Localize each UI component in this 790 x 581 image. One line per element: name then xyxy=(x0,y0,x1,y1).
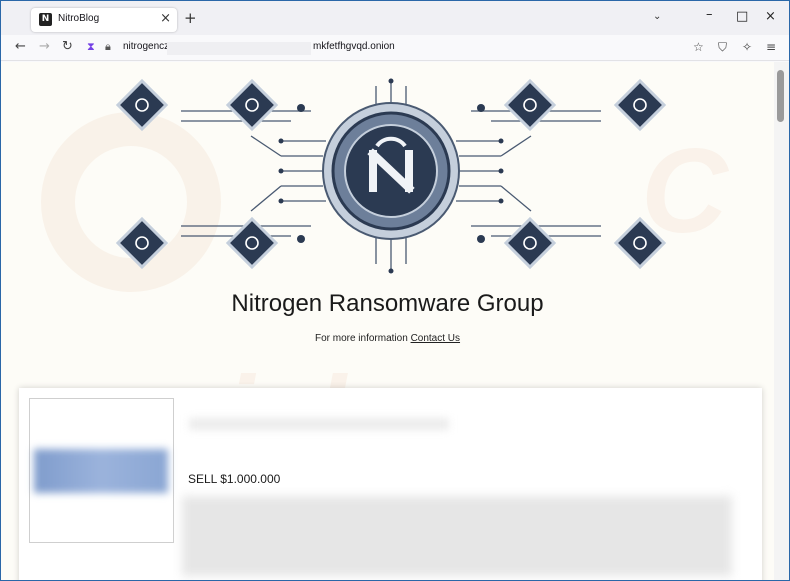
page-scrollbar[interactable] xyxy=(774,62,789,580)
listing-card[interactable]: SELL $1.000.000 xyxy=(19,388,762,580)
list-all-tabs-icon[interactable]: ⌄ xyxy=(653,11,661,22)
navigation-bar: ← → ↻ ⧗ 🔒︎ nitrogencz mkfetfhgvqd.onion … xyxy=(1,35,789,61)
tab-strip: N NitroBlog × + ⌄ – □ × xyxy=(1,1,789,35)
minimize-button[interactable]: – xyxy=(706,7,713,22)
site-favicon-icon: N xyxy=(39,13,52,26)
listing-thumbnail[interactable] xyxy=(29,398,174,543)
listing-price: SELL $1.000.000 xyxy=(188,472,281,486)
lock-icon[interactable]: 🔒︎ xyxy=(105,40,111,54)
close-tab-icon[interactable]: × xyxy=(160,11,171,26)
maximize-button[interactable]: □ xyxy=(736,9,748,24)
address-bar[interactable]: ⧗ 🔒︎ nitrogencz mkfetfhgvqd.onion xyxy=(83,37,683,59)
chip-right-bottom-outer xyxy=(613,216,667,270)
browser-window: N NitroBlog × + ⌄ – □ × ← → ↻ ⧗ 🔒︎ nitro… xyxy=(0,0,790,581)
url-text-start: nitrogencz xyxy=(123,41,170,52)
chip-left-top-inner xyxy=(225,78,279,132)
thumbnail-redacted xyxy=(34,449,168,493)
info-prefix: For more information xyxy=(314,333,408,344)
new-tab-button[interactable]: + xyxy=(184,9,197,27)
contact-us-link[interactable]: Contact Us xyxy=(411,333,460,344)
nitrogen-banner-image xyxy=(115,78,667,274)
tab-nitroblog[interactable]: N NitroBlog × xyxy=(31,8,177,32)
listing-title-redacted xyxy=(189,418,449,430)
url-redaction xyxy=(167,42,311,55)
listing-description-redacted xyxy=(182,496,732,576)
close-window-button[interactable]: × xyxy=(765,9,776,24)
scrollbar-thumb[interactable] xyxy=(777,70,784,122)
bookmark-star-icon[interactable]: ☆ xyxy=(693,40,704,54)
tab-title: NitroBlog xyxy=(58,13,100,24)
chip-left-top-outer xyxy=(115,78,169,132)
shield-icon[interactable]: ⛉ xyxy=(718,40,727,55)
chip-right-top-outer xyxy=(613,78,667,132)
info-line: For more information Contact Us xyxy=(1,333,774,344)
page-content: C risk.com xyxy=(1,62,774,580)
chip-left-bottom-outer xyxy=(115,216,169,270)
central-emblem xyxy=(322,102,460,240)
forward-button[interactable]: → xyxy=(39,39,50,54)
reload-button[interactable]: ↻ xyxy=(62,39,73,54)
menu-icon[interactable]: ≡ xyxy=(766,40,776,54)
onion-icon: ⧗ xyxy=(87,40,95,53)
back-button[interactable]: ← xyxy=(15,39,26,54)
page-title: Nitrogen Ransomware Group xyxy=(231,290,544,317)
extensions-icon[interactable]: ✧ xyxy=(742,40,752,54)
chip-right-top-inner xyxy=(503,78,557,132)
url-text-end: mkfetfhgvqd.onion xyxy=(313,41,395,52)
